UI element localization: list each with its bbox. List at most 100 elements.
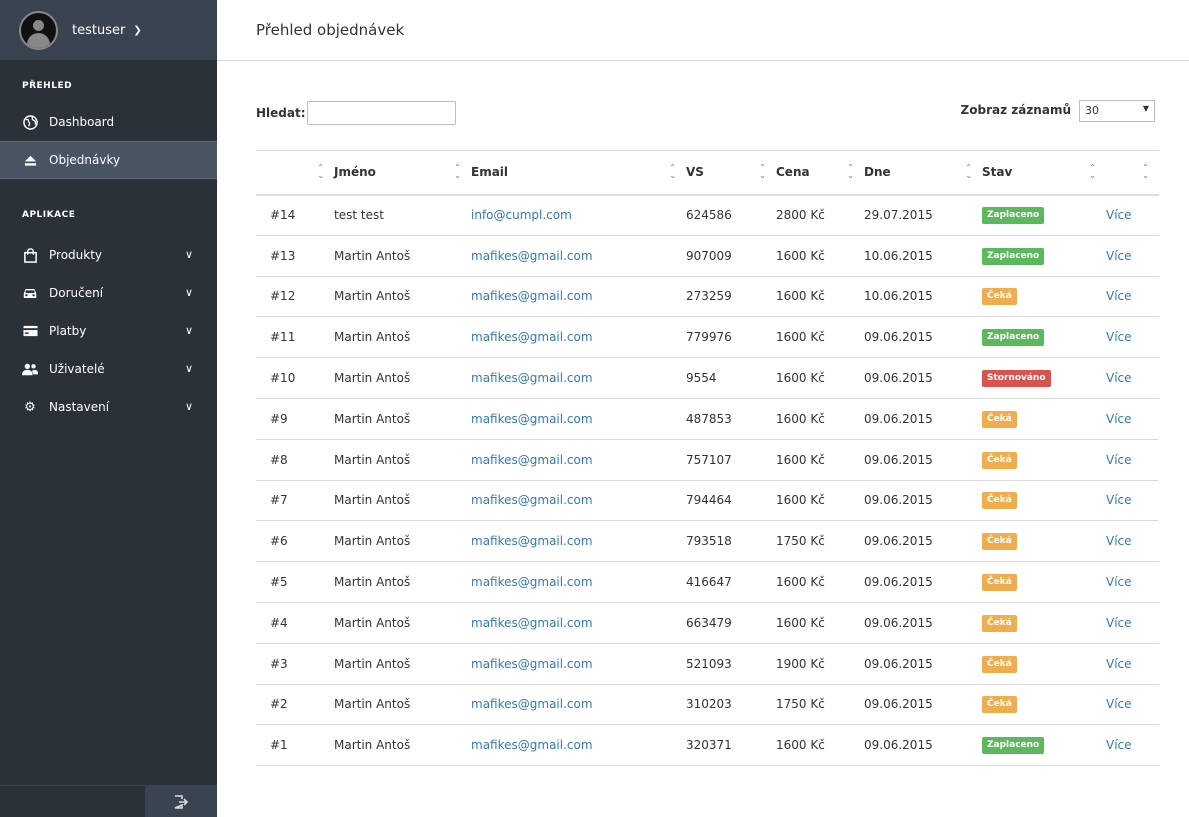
status-badge: Stornováno	[982, 370, 1051, 388]
sidebar-item-delivery[interactable]: Doručení ∨	[0, 274, 217, 312]
table-row: #2 Martin Antoš mafikes@gmail.com 310203 175…	[256, 684, 1159, 726]
more-link[interactable]: Více	[1106, 330, 1132, 344]
order-price: 1600 Kč	[776, 575, 825, 590]
customer-email[interactable]: mafikes@gmail.com	[471, 697, 593, 711]
order-price: 1600 Kč	[776, 452, 825, 467]
customer-email[interactable]: mafikes@gmail.com	[471, 738, 593, 752]
chevron-down-icon: ∨	[184, 248, 193, 261]
table-row: #3 Martin Antoš mafikes@gmail.com 521093 190…	[256, 643, 1159, 685]
sidebar-item-label: Produkty	[49, 248, 103, 262]
per-page-select[interactable]: 30 ▼	[1079, 100, 1155, 122]
more-link[interactable]: Více	[1106, 289, 1132, 303]
customer-email[interactable]: mafikes@gmail.com	[471, 453, 593, 467]
more-link[interactable]: Více	[1106, 412, 1132, 426]
customer-email[interactable]: mafikes@gmail.com	[471, 412, 593, 426]
sort-icon: ⌃ ⌄	[965, 163, 972, 180]
more-link[interactable]: Více	[1106, 616, 1132, 630]
column-header-status[interactable]: Stav ⌃ ⌄	[982, 150, 1106, 196]
more-link[interactable]: Více	[1106, 249, 1132, 263]
column-header-email[interactable]: Email ⌃ ⌄	[471, 150, 686, 196]
customer-email[interactable]: mafikes@gmail.com	[471, 493, 593, 507]
car-icon	[22, 285, 38, 301]
order-date: 09.06.2015	[864, 411, 933, 426]
more-link[interactable]: Více	[1106, 657, 1132, 671]
more-link[interactable]: Více	[1106, 697, 1132, 711]
column-header-name[interactable]: Jméno ⌃ ⌄	[334, 150, 471, 196]
more-link[interactable]: Více	[1106, 534, 1132, 548]
order-date: 09.06.2015	[864, 615, 933, 630]
variable-symbol: 273259	[686, 289, 732, 304]
order-price: 1600 Kč	[776, 411, 825, 426]
customer-email[interactable]: mafikes@gmail.com	[471, 249, 593, 263]
order-price: 1750 Kč	[776, 697, 825, 712]
order-id: #9	[270, 411, 288, 426]
status-badge: Čeká	[982, 451, 1017, 469]
more-link[interactable]: Více	[1106, 453, 1132, 467]
order-price: 1600 Kč	[776, 371, 825, 386]
table-row: #11 Martin Antoš mafikes@gmail.com 779976 16…	[256, 316, 1159, 359]
more-link[interactable]: Více	[1106, 738, 1132, 752]
column-header-vs[interactable]: VS ⌃ ⌄	[686, 150, 776, 196]
customer-email[interactable]: mafikes@gmail.com	[471, 534, 593, 548]
section-title-apps: APLIKACE	[22, 210, 76, 220]
orders-table-body: #14 test test info@cumpl.com 624586 2800 Kč 2…	[256, 194, 1159, 767]
sidebar-item-payments[interactable]: Platby ∨	[0, 312, 217, 350]
status-badge: Zaplaceno	[982, 247, 1045, 265]
status-badge: Zaplaceno	[982, 329, 1045, 347]
sidebar-item-label: Uživatelé	[49, 362, 105, 376]
status-badge: Čeká	[982, 492, 1017, 510]
column-header-id[interactable]: ⌃ ⌄	[256, 150, 334, 196]
status-badge: Čeká	[982, 655, 1017, 673]
customer-email[interactable]: mafikes@gmail.com	[471, 616, 593, 630]
chevron-down-icon: ❯	[133, 24, 142, 36]
sidebar-item-products[interactable]: Produkty ∨	[0, 236, 217, 274]
variable-symbol: 310203	[686, 697, 732, 712]
sidebar-item-dashboard[interactable]: Dashboard	[0, 103, 217, 141]
order-price: 2800 Kč	[776, 208, 825, 223]
sort-icon: ⌃ ⌄	[759, 163, 766, 180]
order-id: #4	[270, 615, 288, 630]
table-row: #7 Martin Antoš mafikes@gmail.com 794464 160…	[256, 480, 1159, 522]
sidebar-item-users[interactable]: Uživatelé ∨	[0, 350, 217, 388]
sidebar-item-settings[interactable]: ⚙ Nastavení ∨	[0, 388, 217, 426]
customer-email[interactable]: info@cumpl.com	[471, 208, 572, 222]
table-row: #8 Martin Antoš mafikes@gmail.com 757107 160…	[256, 439, 1159, 481]
more-link[interactable]: Více	[1106, 575, 1132, 589]
column-header-actions[interactable]: ⌃ ⌄	[1106, 150, 1159, 196]
sidebar-item-orders[interactable]: Objednávky	[0, 141, 217, 179]
order-id: #1	[270, 738, 288, 753]
variable-symbol: 793518	[686, 534, 732, 549]
table-row: #9 Martin Antoš mafikes@gmail.com 487853 160…	[256, 398, 1159, 440]
more-link[interactable]: Více	[1106, 371, 1132, 385]
customer-email[interactable]: mafikes@gmail.com	[471, 371, 593, 385]
customer-email[interactable]: mafikes@gmail.com	[471, 289, 593, 303]
logout-button[interactable]	[145, 786, 217, 817]
customer-email[interactable]: mafikes@gmail.com	[471, 657, 593, 671]
chevron-down-icon: ∨	[184, 362, 193, 375]
customer-name: Martin Antoš	[334, 371, 411, 386]
sidebar-footer	[0, 785, 217, 817]
order-price: 1750 Kč	[776, 534, 825, 549]
column-header-price[interactable]: Cena ⌃ ⌄	[776, 150, 864, 196]
credit-card-icon	[22, 323, 38, 339]
order-id: #14	[270, 208, 296, 223]
page-title: Přehled objednávek	[256, 21, 405, 39]
customer-email[interactable]: mafikes@gmail.com	[471, 330, 593, 344]
sort-icon: ⌃ ⌄	[1142, 163, 1149, 180]
status-badge: Čeká	[982, 410, 1017, 428]
sort-icon: ⌃ ⌄	[317, 163, 324, 180]
user-name: testuser	[72, 22, 126, 38]
search-input[interactable]	[307, 101, 456, 125]
more-link[interactable]: Více	[1106, 493, 1132, 507]
user-menu[interactable]: testuser ❯	[0, 0, 217, 60]
chevron-down-icon: ∨	[184, 324, 193, 337]
more-link[interactable]: Více	[1106, 208, 1132, 222]
order-id: #12	[270, 289, 296, 304]
variable-symbol: 757107	[686, 452, 732, 467]
variable-symbol: 9554	[686, 371, 717, 386]
column-header-date[interactable]: Dne ⌃ ⌄	[864, 150, 982, 196]
customer-email[interactable]: mafikes@gmail.com	[471, 575, 593, 589]
variable-symbol: 663479	[686, 615, 732, 630]
customer-name: Martin Antoš	[334, 697, 411, 712]
order-price: 1600 Kč	[776, 289, 825, 304]
